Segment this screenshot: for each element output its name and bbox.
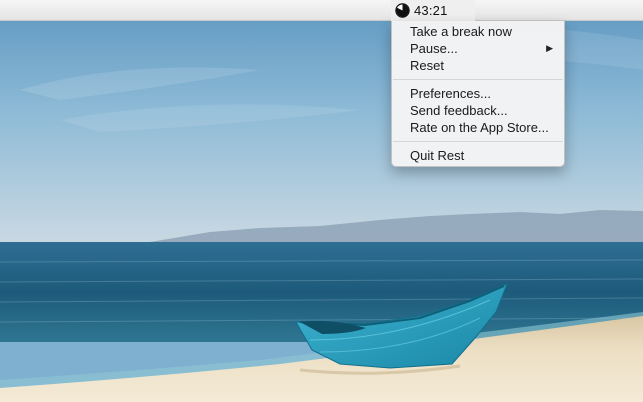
menu-item-preferences[interactable]: Preferences... [392, 85, 564, 102]
menu-item-pause[interactable]: Pause... ▶ [392, 40, 564, 57]
menu-item-label: Quit Rest [410, 148, 465, 163]
menu-item-label: Rate on the App Store... [410, 120, 549, 135]
menu-item-rate-app[interactable]: Rate on the App Store... [392, 119, 564, 136]
menu-item-label: Send feedback... [410, 103, 508, 118]
menu-item-quit[interactable]: Quit Rest [392, 147, 564, 164]
menu-item-label: Pause... [410, 41, 458, 56]
menu-item-label: Take a break now [410, 24, 512, 39]
menu-item-take-break[interactable]: Take a break now [392, 23, 564, 40]
submenu-arrow-icon: ▶ [546, 43, 553, 53]
menu-item-label: Preferences... [410, 86, 491, 101]
menu-item-label: Reset [410, 58, 444, 73]
rest-dropdown-menu: Take a break now Pause... ▶ Reset Prefer… [391, 21, 565, 167]
menu-bar: 43:21 [0, 0, 643, 21]
menu-item-reset[interactable]: Reset [392, 57, 564, 74]
menu-item-send-feedback[interactable]: Send feedback... [392, 102, 564, 119]
rest-status-item[interactable]: 43:21 [391, 0, 475, 21]
timer-readout: 43:21 [414, 3, 448, 18]
menu-separator [393, 79, 563, 80]
rest-timer-icon [395, 3, 410, 18]
desktop-screen: 43:21 Take a break now Pause... ▶ Reset … [0, 0, 643, 402]
menu-separator [393, 141, 563, 142]
